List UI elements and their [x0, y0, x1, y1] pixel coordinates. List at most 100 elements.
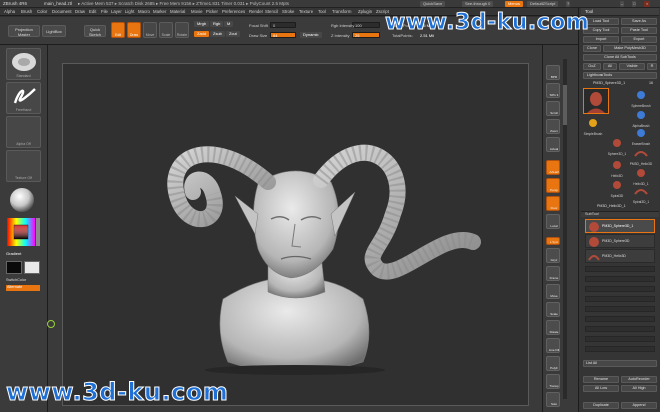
- gradient-label[interactable]: Gradient: [6, 251, 21, 256]
- save-as-button[interactable]: Save As: [621, 18, 657, 25]
- menu-zplugin[interactable]: Zplugin: [358, 9, 372, 14]
- menu-stencil[interactable]: Stencil: [265, 9, 278, 14]
- menu-color[interactable]: Color: [37, 9, 47, 14]
- menus-button[interactable]: Menus: [505, 1, 524, 7]
- all-high-button[interactable]: All High: [621, 385, 657, 392]
- rgb-toggle[interactable]: Rgb: [210, 21, 224, 27]
- gxyz-button[interactable]: Gxyz: [546, 248, 560, 263]
- stroke-thumbnail[interactable]: FreeHand: [6, 82, 41, 114]
- subtool-empty-slot[interactable]: [585, 326, 655, 332]
- minimize-icon[interactable]: –: [620, 1, 625, 7]
- maximize-icon[interactable]: □: [632, 1, 637, 7]
- scroll-button[interactable]: Scroll: [546, 101, 560, 116]
- tool-thumb-spiral3d[interactable]: Spiral3D: [605, 178, 629, 198]
- clone-all-subtools-button[interactable]: Clone All SubTools: [583, 54, 657, 61]
- alpha-thumbnail[interactable]: Alpha Off: [6, 116, 41, 148]
- right-scroll-thumb[interactable]: [563, 85, 567, 125]
- subtool-item-3[interactable]: PM3D_Helix3D: [585, 249, 655, 263]
- zsub-toggle[interactable]: Zsub: [210, 31, 225, 37]
- zcut-toggle[interactable]: Zcut: [226, 31, 240, 37]
- zoom-button[interactable]: Zoom: [546, 119, 560, 134]
- subtool-empty-slot[interactable]: [585, 346, 655, 352]
- spix-button[interactable]: SPix 3: [546, 83, 560, 98]
- menu-marker[interactable]: Marker: [153, 9, 166, 14]
- bpr-button[interactable]: BPR: [546, 65, 560, 80]
- draw-size-slider[interactable]: Draw Size 64: [249, 32, 296, 38]
- subtool-empty-slot[interactable]: [585, 336, 655, 342]
- subtool-empty-slot[interactable]: [585, 276, 655, 282]
- scale-button[interactable]: Scale: [546, 302, 560, 317]
- m-toggle[interactable]: M: [224, 21, 234, 27]
- menu-draw[interactable]: Draw: [75, 9, 85, 14]
- import-button[interactable]: Import: [583, 36, 619, 43]
- tool-palette-title[interactable]: Tool: [581, 8, 659, 16]
- menu-render[interactable]: Render: [249, 9, 263, 14]
- lightbox-button[interactable]: LightBox: [42, 25, 66, 37]
- frame-button[interactable]: Frame: [546, 266, 560, 281]
- material-thumbnail[interactable]: [6, 184, 41, 216]
- tool-thumb-spherebrush[interactable]: SphereBrush: [629, 88, 653, 108]
- menu-document[interactable]: Document: [52, 9, 72, 14]
- subtool-item-1[interactable]: PM3D_Sphere3D_1: [585, 219, 655, 233]
- goz-visible-button[interactable]: Visible: [619, 63, 645, 70]
- menu-preferences[interactable]: Preferences: [222, 9, 245, 14]
- menu-movie[interactable]: Movie: [191, 9, 202, 14]
- subtool-empty-slot[interactable]: [585, 266, 655, 272]
- alternate-button[interactable]: Alternate: [6, 285, 40, 291]
- dynamic-toggle[interactable]: Dynamic: [300, 32, 322, 38]
- focal-shift-slider[interactable]: Focal Shift 0: [249, 22, 296, 28]
- color-picker[interactable]: [6, 217, 41, 247]
- quick-sketch-button[interactable]: Quick Sketch: [84, 25, 106, 37]
- rotate-mode-button[interactable]: Rotate: [175, 22, 189, 38]
- switchcolor-button[interactable]: SwitchColor: [6, 278, 26, 282]
- goz-button[interactable]: GoZ: [583, 63, 601, 70]
- canvas[interactable]: [62, 63, 529, 406]
- see-through-slider[interactable]: See-through 0: [462, 1, 494, 7]
- lightbox-tools-button[interactable]: Lightbox▸Tools: [583, 72, 657, 79]
- floor-button[interactable]: Floor: [546, 196, 560, 211]
- mrgb-toggle[interactable]: Mrgb: [194, 21, 210, 27]
- tool-thumb-sphere3d-1[interactable]: Sphere3D_1: [605, 136, 629, 156]
- menu-file[interactable]: File: [101, 9, 108, 14]
- menu-macro[interactable]: Macro: [138, 9, 150, 14]
- z-intensity-slider[interactable]: Z Intensity 25: [331, 32, 380, 38]
- secondary-color-swatch[interactable]: [24, 261, 40, 274]
- tool-thumb-helix3d-1[interactable]: Helix3D_1: [629, 166, 653, 186]
- menu-brush[interactable]: Brush: [21, 9, 32, 14]
- list-all-button[interactable]: List All: [583, 360, 657, 367]
- menu-picker[interactable]: Picker: [206, 9, 218, 14]
- menu-transform[interactable]: Transform: [332, 9, 351, 14]
- tool-thumb-simplebrush[interactable]: SimpleBrush: [581, 116, 605, 136]
- subtool-section-header[interactable]: SubTool: [581, 211, 659, 217]
- scale-mode-button[interactable]: Scale: [159, 22, 173, 38]
- tool-thumb-pm3d-sphere[interactable]: [583, 88, 609, 114]
- default-zscript-button[interactable]: DefaultZScript: [527, 1, 559, 7]
- aahalf-button[interactable]: AAHalf: [546, 160, 560, 175]
- polyf-button[interactable]: PolyF: [546, 356, 560, 371]
- quicksave-button[interactable]: QuickSave: [420, 1, 446, 7]
- menu-stroke[interactable]: Stroke: [282, 9, 294, 14]
- projection-master-button[interactable]: Projection Master: [8, 25, 40, 37]
- local-button[interactable]: Local: [546, 214, 560, 229]
- actual-button[interactable]: Actual: [546, 137, 560, 152]
- zadd-toggle[interactable]: Zadd: [194, 31, 210, 37]
- tool-thumb-pm3d-helix[interactable]: PM3D_Helix3D: [629, 146, 653, 166]
- export-button[interactable]: Export: [621, 36, 657, 43]
- close-icon[interactable]: ×: [644, 1, 651, 7]
- help-icon[interactable]: ?: [566, 1, 571, 7]
- autoreorder-button[interactable]: AutoReorder: [621, 376, 657, 383]
- move-button[interactable]: Move: [546, 284, 560, 299]
- edit-mode-button[interactable]: Edit: [111, 22, 125, 38]
- primary-color-swatch[interactable]: [6, 261, 22, 274]
- transp-button[interactable]: Transp: [546, 374, 560, 389]
- menu-alpha[interactable]: Alpha: [4, 9, 15, 14]
- subtool-empty-slot[interactable]: [585, 316, 655, 322]
- append-button[interactable]: Append: [621, 402, 657, 409]
- persp-button[interactable]: Persp: [546, 178, 560, 193]
- move-mode-button[interactable]: Move: [143, 22, 157, 38]
- line-fill-button[interactable]: Line Fill: [546, 338, 560, 353]
- subtool-empty-slot[interactable]: [585, 296, 655, 302]
- paste-tool-button[interactable]: Paste Tool: [621, 27, 657, 34]
- draw-mode-button[interactable]: Draw: [127, 22, 141, 38]
- tool-thumb-spiral3d-1[interactable]: Spiral3D_1: [629, 184, 653, 204]
